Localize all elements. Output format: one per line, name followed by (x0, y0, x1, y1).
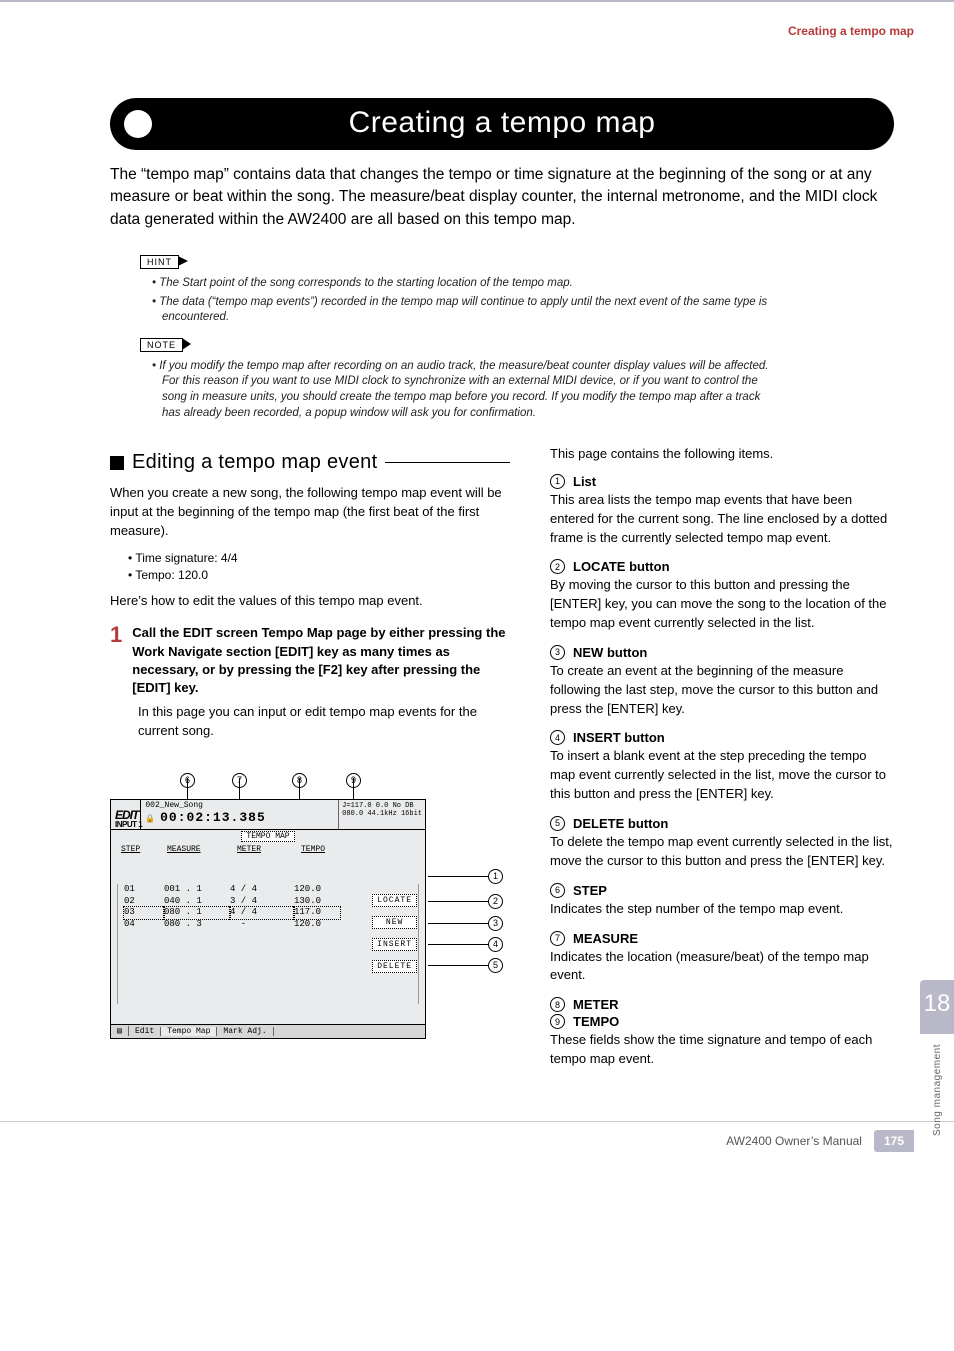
body-text: When you create a new song, the followin… (110, 484, 510, 541)
lcd-time-counter: 00:02:13.385 (160, 810, 266, 825)
item-marker: 5 (550, 816, 565, 831)
body-text: Here’s how to edit the values of this te… (110, 592, 510, 611)
lcd-screenshot: 6 7 8 9 1 2 3 4 5 (110, 761, 510, 1061)
item-title-tempo: TEMPO (573, 1014, 619, 1029)
item-title: INSERT button (573, 730, 665, 745)
callout-marker-3: 3 (488, 916, 503, 931)
described-item: 5 DELETE button To delete the tempo map ev… (550, 816, 894, 871)
hint-item: The data (“tempo map events”) recorded i… (152, 295, 780, 326)
item-marker: 4 (550, 730, 565, 745)
callout-marker-2: 2 (488, 894, 503, 909)
section-title-pill: Creating a tempo map (110, 98, 894, 150)
item-title-meter: METER (573, 997, 619, 1012)
item-description: To create an event at the beginning of t… (550, 662, 894, 719)
item-marker: 7 (550, 931, 565, 946)
default-item: Time signature: 4/4 (128, 551, 510, 565)
lcd-tab-edit[interactable]: Edit (129, 1027, 161, 1036)
item-description: To insert a blank event at the step prec… (550, 747, 894, 804)
item-title: DELETE button (573, 816, 668, 831)
item-description: Indicates the step number of the tempo m… (550, 900, 894, 919)
described-item: 2 LOCATE button By moving the cursor to th… (550, 559, 894, 633)
described-item: 7 MEASURE Indicates the location (measure/… (550, 931, 894, 986)
lock-icon: 🔒 (145, 815, 155, 824)
described-item: 1 List This area lists the tempo map event… (550, 474, 894, 548)
item-title: List (573, 474, 596, 489)
lcd-col-step: STEP (121, 845, 167, 854)
lcd-delete-button[interactable]: DELETE (372, 960, 417, 973)
lcd-col-measure: MEASURE (167, 845, 237, 854)
item-description: This area lists the tempo map events tha… (550, 491, 894, 548)
lcd-new-button[interactable]: NEW (372, 916, 417, 929)
subsection-title: Editing a tempo map event (132, 451, 377, 474)
intro-paragraph: The “tempo map” contains data that chang… (110, 164, 894, 231)
item-title: MEASURE (573, 931, 638, 946)
chapter-number: 18 (920, 980, 954, 1034)
hint-item: The Start point of the song corresponds … (152, 276, 780, 292)
page-number: 175 (874, 1130, 914, 1152)
page-footer: AW2400 Owner’s Manual 175 (0, 1121, 954, 1172)
item-description: These fields show the time signature and… (550, 1031, 894, 1069)
item-description: To delete the tempo map event currently … (550, 833, 894, 871)
lcd-insert-button[interactable]: INSERT (372, 938, 417, 951)
page-title: Creating a tempo map (110, 106, 894, 140)
note-callout: NOTE If you modify the tempo map after r… (140, 336, 780, 421)
item-marker-8: 8 (550, 997, 565, 1012)
item-marker: 1 (550, 474, 565, 489)
item-title: STEP (573, 883, 607, 898)
lcd-input-label: INPUT 1 (115, 820, 142, 829)
chapter-side-tab: 18 Song management (920, 980, 954, 1136)
item-marker: 6 (550, 883, 565, 898)
described-item: 3 NEW button To create an event at the beg… (550, 645, 894, 719)
hint-callout: HINT The Start point of the song corresp… (140, 253, 780, 326)
item-title: LOCATE button (573, 559, 670, 574)
item-description: Indicates the location (measure/beat) of… (550, 948, 894, 986)
lcd-page-tab: TEMPO MAP (241, 831, 294, 842)
hint-label: HINT (140, 255, 179, 269)
item-description: By moving the cursor to this button and … (550, 576, 894, 633)
chapter-label: Song management (932, 1044, 943, 1136)
numbered-step: 1 Call the EDIT screen Tempo Map page by… (110, 624, 510, 697)
lcd-locate-button[interactable]: LOCATE (372, 894, 417, 907)
note-label: NOTE (140, 338, 183, 352)
header-breadcrumb: Creating a tempo map (0, 2, 954, 48)
lcd-db-readout: 0.0 No DB (376, 802, 414, 810)
lcd-col-tempo: TEMPO (301, 845, 351, 854)
lcd-tab-tempomap[interactable]: Tempo Map (161, 1027, 217, 1036)
described-item: 4 INSERT button To insert a blank event at… (550, 730, 894, 804)
note-item: If you modify the tempo map after record… (152, 359, 780, 421)
item-marker: 2 (550, 559, 565, 574)
callout-marker-1: 1 (488, 869, 503, 884)
callout-marker-5: 5 (488, 958, 503, 973)
subsection-heading: Editing a tempo map event (110, 451, 510, 474)
lcd-format-readout: 080.0 44.1kHz 16bit (342, 810, 422, 818)
body-text: This page contains the following items. (550, 445, 894, 464)
item-marker: 3 (550, 645, 565, 660)
lcd-tab-markadj[interactable]: Mark Adj. (217, 1027, 273, 1036)
callout-marker-4: 4 (488, 937, 503, 952)
described-item: 6 STEP Indicates the step number of the te… (550, 883, 894, 919)
item-marker-9: 9 (550, 1014, 565, 1029)
step-instruction: Call the EDIT screen Tempo Map page by e… (132, 624, 510, 697)
default-item: Tempo: 120.0 (128, 568, 510, 582)
step-note: In this page you can input or edit tempo… (138, 703, 510, 741)
manual-title: AW2400 Owner’s Manual (726, 1134, 862, 1148)
step-number: 1 (110, 624, 122, 697)
lcd-col-meter: METER (237, 845, 301, 854)
lcd-tempo-readout: J=117.0 (342, 802, 371, 810)
item-title: NEW button (573, 645, 647, 660)
